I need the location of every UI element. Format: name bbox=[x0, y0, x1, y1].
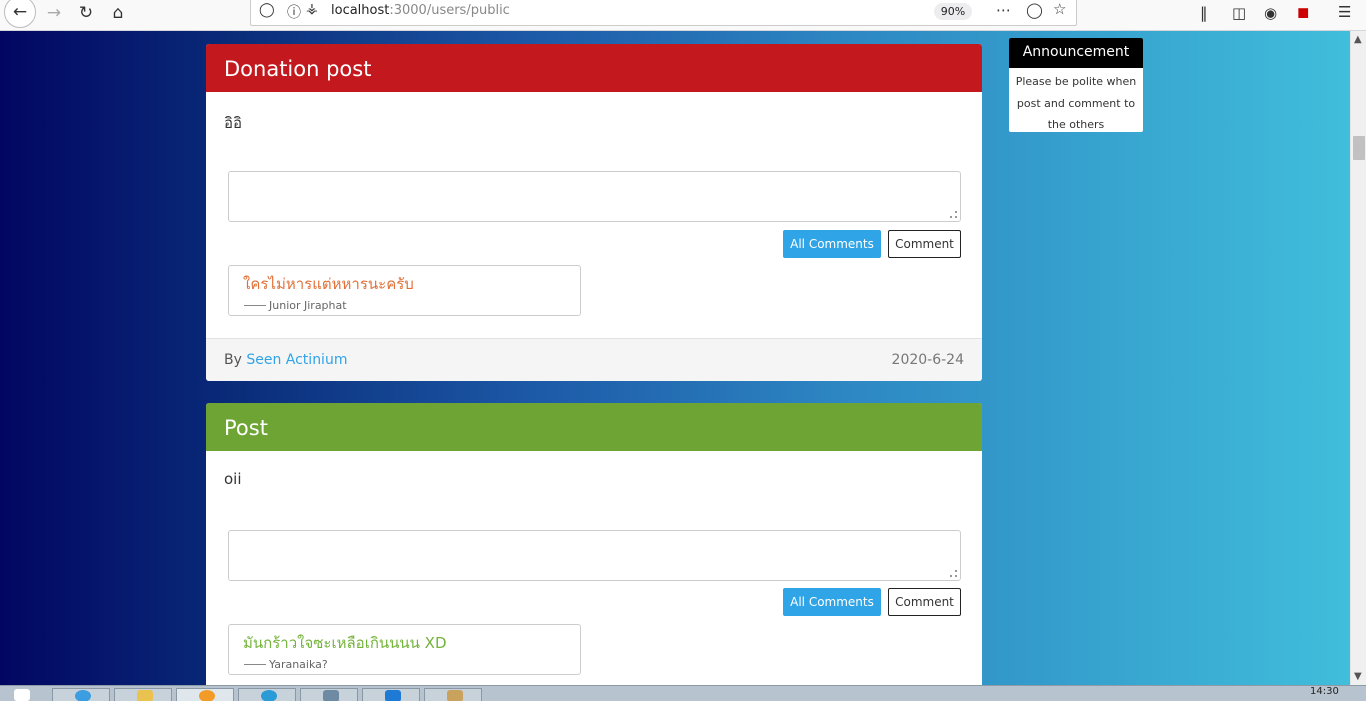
comment-button[interactable]: Comment bbox=[888, 230, 961, 258]
comment-text: ใครไม่หารแต่หหารนะครับ bbox=[243, 275, 414, 293]
more-actions-icon[interactable]: ⋯ bbox=[996, 1, 1011, 19]
sidebar-icon[interactable]: ◫ bbox=[1232, 4, 1246, 22]
address-bar[interactable]: ◯ ⓘ ⚶ localhost:3000/users/public 90% ⋯ … bbox=[250, 0, 1077, 26]
comment-button[interactable]: Comment bbox=[888, 588, 961, 616]
zoom-level[interactable]: 90% bbox=[934, 3, 972, 20]
comment-item: มันกร้าวใจซะเหลือเกินนนน XD Yaranaika? bbox=[228, 624, 581, 675]
post-card: Post oii All Comments Comment มันกร้าวใจ… bbox=[206, 403, 982, 685]
comment-text: มันกร้าวใจซะเหลือเกินนนน XD bbox=[243, 634, 447, 652]
announcement-text: Please be polite when post and comment t… bbox=[1015, 75, 1137, 131]
post-header: Donation post bbox=[206, 44, 982, 92]
firefox-icon bbox=[199, 690, 215, 701]
account-icon[interactable]: ◉ bbox=[1264, 4, 1277, 22]
post-text: อิอิ bbox=[224, 114, 243, 132]
comment-input[interactable] bbox=[228, 530, 961, 581]
post-date: 2020-6-24 bbox=[891, 352, 964, 368]
taskbar-clock[interactable]: 14:30 bbox=[1310, 686, 1339, 697]
dash-divider bbox=[244, 305, 266, 306]
comment-input[interactable] bbox=[228, 171, 961, 222]
paint-icon bbox=[447, 690, 463, 701]
back-button[interactable]: ← bbox=[4, 0, 36, 28]
bookmark-star-icon[interactable]: ☆ bbox=[1053, 0, 1066, 18]
resize-grip-icon[interactable] bbox=[950, 570, 957, 577]
scroll-up-icon[interactable]: ▲ bbox=[1354, 34, 1362, 45]
taskbar-app-paint[interactable] bbox=[424, 688, 482, 701]
comment-item: ใครไม่หารแต่หหารนะครับ Junior Jiraphat bbox=[228, 265, 581, 316]
menu-icon[interactable]: ☰ bbox=[1338, 3, 1351, 21]
chrome-icon bbox=[261, 690, 277, 701]
post-author-link[interactable]: Seen Actinium bbox=[246, 352, 347, 368]
page-viewport: Donation post อิอิ All Comments Comment … bbox=[0, 31, 1350, 685]
reload-button[interactable]: ↻ bbox=[72, 0, 100, 25]
by-label: By bbox=[224, 352, 242, 368]
info-icon[interactable]: ⓘ bbox=[287, 2, 301, 22]
scrollbar-thumb[interactable] bbox=[1353, 136, 1365, 160]
ie-icon bbox=[75, 690, 91, 701]
all-comments-button[interactable]: All Comments bbox=[783, 230, 881, 258]
windows-logo-icon bbox=[14, 689, 30, 701]
home-button[interactable]: ⌂ bbox=[104, 0, 132, 25]
key-icon[interactable]: ⚶ bbox=[306, 1, 318, 17]
home-icon: ⌂ bbox=[112, 2, 124, 23]
library-icon[interactable]: ‖ bbox=[1200, 4, 1208, 22]
post-body: oii All Comments Comment มันกร้าวใจซะเหล… bbox=[206, 451, 982, 685]
taskbar-app-explorer[interactable] bbox=[114, 688, 172, 701]
taskbar-app-vscode[interactable] bbox=[362, 688, 420, 701]
comment-author: Yaranaika? bbox=[269, 658, 328, 671]
forward-button[interactable]: → bbox=[40, 0, 68, 25]
folder-icon bbox=[137, 690, 153, 701]
url-text[interactable]: localhost:3000/users/public bbox=[331, 3, 510, 18]
browser-toolbar: ← → ↻ ⌂ ◯ ⓘ ⚶ localhost:3000/users/publi… bbox=[0, 0, 1366, 31]
post-header: Post bbox=[206, 403, 982, 451]
arrow-right-icon: → bbox=[46, 2, 62, 23]
post-card: Donation post อิอิ All Comments Comment … bbox=[206, 44, 982, 381]
vertical-scrollbar[interactable]: ▲ ▼ bbox=[1350, 31, 1366, 685]
announcement-title: Announcement bbox=[1009, 38, 1143, 68]
start-button[interactable] bbox=[2, 688, 48, 701]
comment-author: Junior Jiraphat bbox=[269, 299, 347, 312]
taskbar-app-firefox[interactable] bbox=[176, 688, 234, 701]
announcement-panel: Announcement Please be polite when post … bbox=[1009, 38, 1143, 132]
all-comments-button[interactable]: All Comments bbox=[783, 588, 881, 616]
post-text: oii bbox=[224, 470, 242, 488]
taskbar-app-ie[interactable] bbox=[52, 688, 110, 701]
scroll-down-icon[interactable]: ▼ bbox=[1354, 671, 1362, 682]
post-body: อิอิ All Comments Comment ใครไม่หารแต่หห… bbox=[206, 92, 982, 381]
reload-icon: ↻ bbox=[78, 2, 94, 23]
resize-grip-icon[interactable] bbox=[950, 211, 957, 218]
pocket-icon[interactable]: ◯ bbox=[1026, 1, 1043, 19]
shield-icon[interactable]: ◯ bbox=[259, 2, 275, 18]
taskbar-app-chrome[interactable] bbox=[238, 688, 296, 701]
taskbar-app-window[interactable] bbox=[300, 688, 358, 701]
arrow-left-icon: ← bbox=[12, 2, 28, 22]
taskbar: 14:30 bbox=[0, 685, 1366, 701]
dash-divider bbox=[244, 664, 266, 665]
post-footer: By Seen Actinium 2020-6-24 bbox=[206, 338, 982, 381]
window-icon bbox=[323, 690, 339, 701]
vscode-icon bbox=[385, 690, 401, 701]
post-byline: By Seen Actinium bbox=[224, 352, 347, 368]
ublock-icon[interactable]: ◼ bbox=[1297, 3, 1309, 21]
